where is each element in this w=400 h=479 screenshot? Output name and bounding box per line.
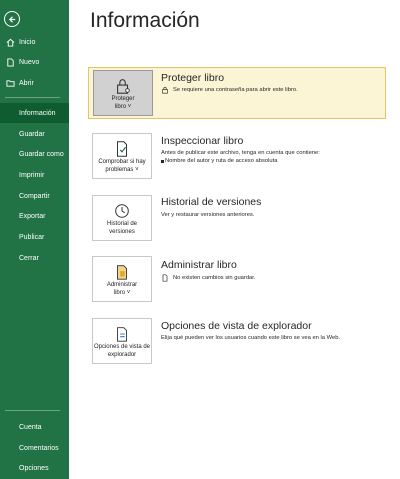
protect-workbook-title: Proteger libro xyxy=(161,72,225,84)
sidebar-item-imprimir[interactable]: Imprimir xyxy=(0,165,69,185)
lock-icon xyxy=(162,86,168,94)
backstage-sidebar: Inicio Nuevo Abrir Información Guardar G… xyxy=(0,0,69,479)
button-label: Historial de versiones xyxy=(106,221,137,235)
sidebar-item-guardar[interactable]: Guardar xyxy=(0,124,69,144)
sidebar-item-guardar-como[interactable]: Guardar como xyxy=(0,144,69,164)
inspect-workbook-title: Inspeccionar libro xyxy=(161,135,244,147)
page-title: Información xyxy=(90,9,200,32)
browser-options-icon xyxy=(117,327,127,342)
sidebar-item-label: Cerrar xyxy=(19,254,39,262)
button-label: Administrar libro ˅ xyxy=(106,282,138,296)
document-icon xyxy=(162,274,168,282)
manage-workbook-status: No existen cambios sin guardar. xyxy=(161,274,256,282)
sidebar-item-label: Abrir xyxy=(19,79,34,87)
sidebar-item-label: Imprimir xyxy=(19,171,45,179)
sidebar-item-cuenta[interactable]: Cuenta xyxy=(0,417,69,437)
manage-workbook-button[interactable]: Administrar libro ˅ xyxy=(92,256,152,302)
sidebar-item-label: Cuenta xyxy=(19,423,42,431)
sidebar-item-label: Información xyxy=(19,109,56,117)
sidebar-item-label: Opciones xyxy=(19,464,49,472)
sidebar-item-label: Compartir xyxy=(19,192,50,200)
sidebar-item-label: Guardar xyxy=(19,130,45,138)
lock-key-icon xyxy=(117,79,130,94)
home-icon xyxy=(5,37,15,47)
button-label: Proteger libro ˅ xyxy=(111,96,135,110)
version-history-description: Ver y restaurar versiones anteriores. xyxy=(161,212,255,218)
sidebar-item-informacion[interactable]: Información xyxy=(0,103,69,123)
sidebar-item-nuevo[interactable]: Nuevo xyxy=(0,52,69,72)
manage-workbook-icon xyxy=(117,265,127,280)
sidebar-item-label: Nuevo xyxy=(19,58,40,66)
sidebar-item-comentarios[interactable]: Comentarios xyxy=(0,438,69,458)
inspect-workbook-description: Antes de publicar este archivo, tenga en… xyxy=(161,150,320,156)
sidebar-item-label: Comentarios xyxy=(19,444,59,452)
sidebar-item-exportar[interactable]: Exportar xyxy=(0,206,69,226)
browser-view-options-description: Elija qué pueden ver los usuarios cuando… xyxy=(161,335,341,341)
sidebar-divider xyxy=(5,97,60,98)
inspect-bullet-item: Nombre del autor y ruta de acceso absolu… xyxy=(160,158,278,164)
new-document-icon xyxy=(5,57,15,67)
button-label: Comprobar si hay problemas ˅ xyxy=(98,159,146,173)
manage-workbook-title: Administrar libro xyxy=(161,259,237,271)
sidebar-item-label: Exportar xyxy=(19,212,46,220)
sidebar-item-cerrar[interactable]: Cerrar xyxy=(0,248,69,268)
check-issues-button[interactable]: Comprobar si hay problemas ˅ xyxy=(92,133,152,179)
button-label: Opciones de vista de explorador xyxy=(93,344,151,358)
sidebar-item-label: Inicio xyxy=(19,38,36,46)
sidebar-item-label: Guardar como xyxy=(19,150,64,158)
sidebar-item-inicio[interactable]: Inicio xyxy=(0,32,69,52)
sidebar-item-compartir[interactable]: Compartir xyxy=(0,186,69,206)
version-history-title: Historial de versiones xyxy=(161,196,262,208)
version-history-button[interactable]: Historial de versiones xyxy=(92,195,152,241)
back-button[interactable] xyxy=(4,11,20,27)
sidebar-item-opciones[interactable]: Opciones xyxy=(0,458,69,478)
back-arrow-icon xyxy=(8,15,15,23)
sidebar-item-publicar[interactable]: Publicar xyxy=(0,227,69,247)
browser-view-options-title: Opciones de vista de explorador xyxy=(161,320,312,332)
browser-view-options-button[interactable]: Opciones de vista de explorador xyxy=(92,318,152,364)
protect-workbook-button[interactable]: Proteger libro ˅ xyxy=(93,70,153,116)
inspect-document-icon xyxy=(117,141,127,157)
history-clock-icon xyxy=(115,204,129,218)
sidebar-item-label: Publicar xyxy=(19,233,45,241)
open-folder-icon xyxy=(5,78,15,88)
protect-workbook-status: Se requiere una contraseña para abrir es… xyxy=(161,86,298,94)
sidebar-divider xyxy=(5,410,60,411)
sidebar-item-abrir[interactable]: Abrir xyxy=(0,73,69,93)
